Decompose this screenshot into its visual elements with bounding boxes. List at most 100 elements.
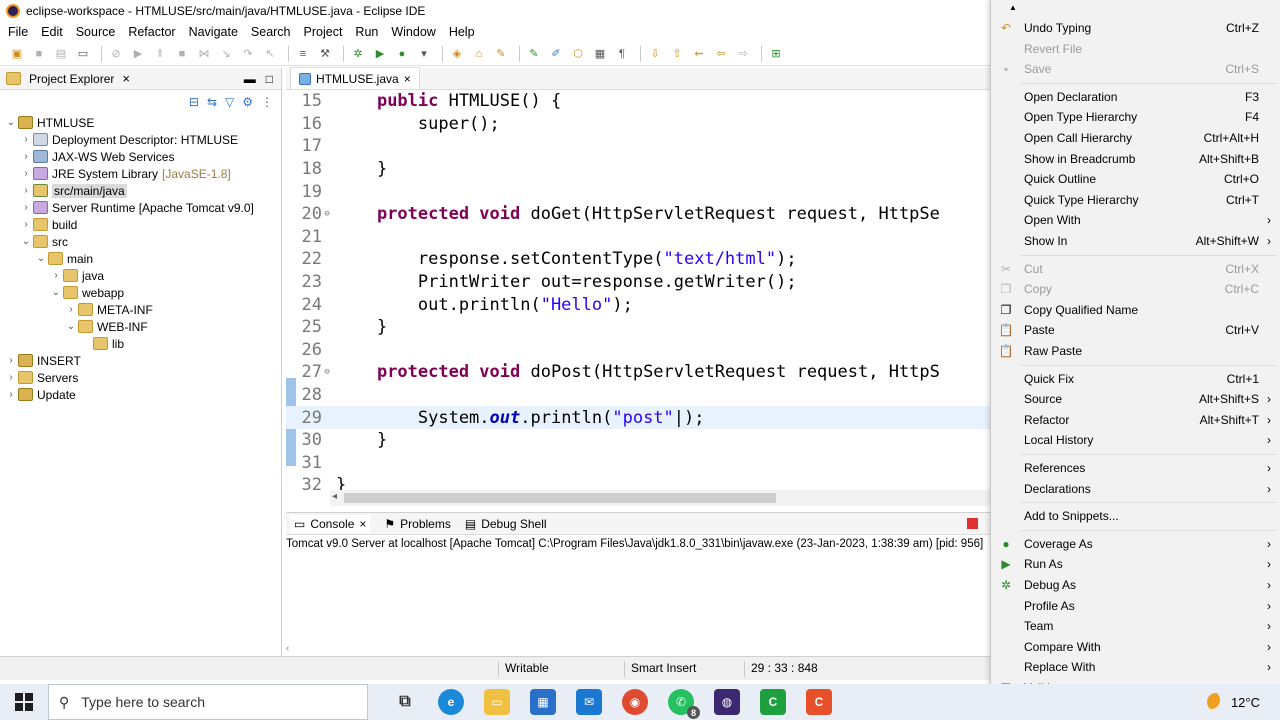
- run-external-icon[interactable]: ▾: [415, 45, 433, 63]
- menu-item-team[interactable]: Team ›: [991, 616, 1280, 636]
- menu-item-references[interactable]: References ›: [991, 458, 1280, 478]
- run-icon[interactable]: ▶: [371, 45, 389, 63]
- camtasia-recorder-icon[interactable]: C: [806, 689, 832, 715]
- focus-icon[interactable]: ⚙: [242, 95, 253, 109]
- code-line[interactable]: 20 ⊖ protected void doGet(HttpServletRequ…: [286, 203, 992, 226]
- code-line[interactable]: 16 super();: [286, 113, 992, 136]
- menu-refactor[interactable]: Refactor: [128, 25, 175, 39]
- menu-item-open-with[interactable]: Open With ›: [991, 210, 1280, 230]
- code-line[interactable]: 30 }: [286, 429, 992, 452]
- menu-item-replace-with[interactable]: Replace With ›: [991, 657, 1280, 677]
- open-perspective-icon[interactable]: ⊞: [767, 45, 785, 63]
- tree-item[interactable]: › JRE System Library [JavaSE-1.8]: [4, 165, 281, 182]
- terminate-icon[interactable]: ■: [173, 45, 191, 63]
- collapse-all-icon[interactable]: ⊟: [189, 95, 199, 109]
- external-tools-icon[interactable]: ⚒: [316, 45, 334, 63]
- code-line[interactable]: 27 ⊖ protected void doPost(HttpServletReq…: [286, 361, 992, 384]
- project-explorer-title[interactable]: Project Explorer: [29, 72, 114, 86]
- close-icon[interactable]: ×: [404, 72, 411, 86]
- previous-annotation-icon[interactable]: ⇧: [668, 45, 686, 63]
- chevron-right-icon[interactable]: ›: [49, 270, 63, 281]
- chevron-down-icon[interactable]: ⌄: [34, 253, 48, 264]
- menu-item-profile-as[interactable]: Profile As ›: [991, 596, 1280, 616]
- toggle-breadcrumb-icon[interactable]: ⬡: [569, 45, 587, 63]
- menu-item-refactor[interactable]: Refactor Alt+Shift+T ›: [991, 410, 1280, 430]
- whatsapp-icon[interactable]: ✆ 8: [668, 689, 700, 719]
- search-tool-icon[interactable]: ✎: [492, 45, 510, 63]
- edge-browser-icon[interactable]: e: [438, 689, 464, 715]
- next-annotation-icon[interactable]: ⇩: [646, 45, 664, 63]
- block-selection-icon[interactable]: ▦: [591, 45, 609, 63]
- code-line[interactable]: 29 System.out.println("post"|);: [286, 406, 992, 429]
- chevron-right-icon[interactable]: ›: [19, 168, 33, 179]
- save-all-icon[interactable]: ▤: [52, 45, 70, 63]
- tree-item[interactable]: ⌄ WEB-INF: [4, 318, 281, 335]
- debug-icon[interactable]: ✲: [349, 45, 367, 63]
- menu-item-compare-with[interactable]: Compare With ›: [991, 637, 1280, 657]
- menu-item-raw-paste[interactable]: 📋 Raw Paste: [991, 341, 1280, 361]
- menu-file[interactable]: File: [8, 25, 28, 39]
- tab-htmluse-java[interactable]: HTMLUSE.java ×: [290, 67, 420, 89]
- link-with-editor-icon[interactable]: ⇆: [207, 95, 217, 109]
- code-line[interactable]: 23 PrintWriter out=response.getWriter();: [286, 271, 992, 294]
- toggle-highlight-icon[interactable]: ✐: [547, 45, 565, 63]
- menu-item-declarations[interactable]: Declarations ›: [991, 479, 1280, 499]
- eclipse-taskbar-icon[interactable]: ◍: [714, 689, 740, 715]
- tab-console[interactable]: ▭ Console ×: [290, 514, 371, 533]
- scroll-left-icon[interactable]: ‹: [286, 643, 289, 654]
- show-whitespace-icon[interactable]: ¶: [613, 45, 631, 63]
- filter-icon[interactable]: ▽: [225, 95, 234, 109]
- code-line[interactable]: 21: [286, 226, 992, 249]
- chevron-right-icon[interactable]: ›: [19, 151, 33, 162]
- terminal-icon[interactable]: ▭: [74, 45, 92, 63]
- tree-item[interactable]: ⌄ src: [4, 233, 281, 250]
- menu-item-coverage-as[interactable]: ● Coverage As ›: [991, 534, 1280, 554]
- chevron-right-icon[interactable]: ›: [4, 355, 18, 366]
- menu-item-show-in-breadcrumb[interactable]: Show in Breadcrumb Alt+Shift+B: [991, 149, 1280, 169]
- close-icon[interactable]: ×: [359, 517, 366, 531]
- chevron-right-icon[interactable]: ›: [4, 389, 18, 400]
- menu-item-quick-fix[interactable]: Quick Fix Ctrl+1: [991, 369, 1280, 389]
- resume-icon[interactable]: ▶: [129, 45, 147, 63]
- code-line[interactable]: 31: [286, 452, 992, 475]
- chevron-right-icon[interactable]: ›: [19, 134, 33, 145]
- tree-item[interactable]: › src/main/java: [4, 182, 281, 199]
- tree-item[interactable]: › java: [4, 267, 281, 284]
- horizontal-scrollbar[interactable]: ◂: [330, 490, 990, 506]
- file-explorer-icon[interactable]: ▭: [484, 689, 510, 715]
- save-icon[interactable]: ■: [30, 45, 48, 63]
- view-menu-icon[interactable]: ⋮: [261, 95, 273, 109]
- scroll-left-icon[interactable]: ◂: [332, 491, 337, 502]
- code-line[interactable]: 25 }: [286, 316, 992, 339]
- menu-item-open-type-hierarchy[interactable]: Open Type Hierarchy F4: [991, 107, 1280, 127]
- step-over-icon[interactable]: ↷: [239, 45, 257, 63]
- code-line[interactable]: 19: [286, 180, 992, 203]
- menu-item-run-as[interactable]: ▶ Run As ›: [991, 554, 1280, 574]
- maximize-icon[interactable]: □: [266, 72, 273, 86]
- skip-breakpoints-icon[interactable]: ⊘: [107, 45, 125, 63]
- tree-item[interactable]: ⌄ HTMLUSE: [4, 114, 281, 131]
- chevron-down-icon[interactable]: ⌄: [64, 321, 78, 332]
- menu-project[interactable]: Project: [304, 25, 343, 39]
- open-resource-icon[interactable]: ⌂: [470, 45, 488, 63]
- mail-icon[interactable]: ✉: [576, 689, 602, 715]
- use-step-filters-icon[interactable]: ≡: [294, 45, 312, 63]
- tab-problems[interactable]: ⚑ Problems: [384, 517, 450, 531]
- menu-item-local-history[interactable]: Local History ›: [991, 430, 1280, 450]
- chrome-browser-icon[interactable]: ◉: [622, 689, 648, 715]
- tab-debug-shell[interactable]: ▤ Debug Shell: [465, 517, 547, 531]
- tree-item[interactable]: › JAX-WS Web Services: [4, 148, 281, 165]
- menu-item-copy-qualified-name[interactable]: ❐ Copy Qualified Name: [991, 300, 1280, 320]
- chevron-right-icon[interactable]: ›: [19, 219, 33, 230]
- close-icon[interactable]: ×: [122, 71, 130, 86]
- menu-item-quick-outline[interactable]: Quick Outline Ctrl+O: [991, 169, 1280, 189]
- tree-item[interactable]: › META-INF: [4, 301, 281, 318]
- last-edit-icon[interactable]: ⇜: [690, 45, 708, 63]
- terminate-icon[interactable]: [967, 518, 978, 529]
- step-into-icon[interactable]: ↘: [217, 45, 235, 63]
- code-line[interactable]: 26: [286, 339, 992, 362]
- weather-widget[interactable]: 12°C: [1206, 693, 1260, 711]
- new-icon[interactable]: ▣: [8, 45, 26, 63]
- tree-item[interactable]: › Servers: [4, 369, 281, 386]
- code-line[interactable]: 17: [286, 135, 992, 158]
